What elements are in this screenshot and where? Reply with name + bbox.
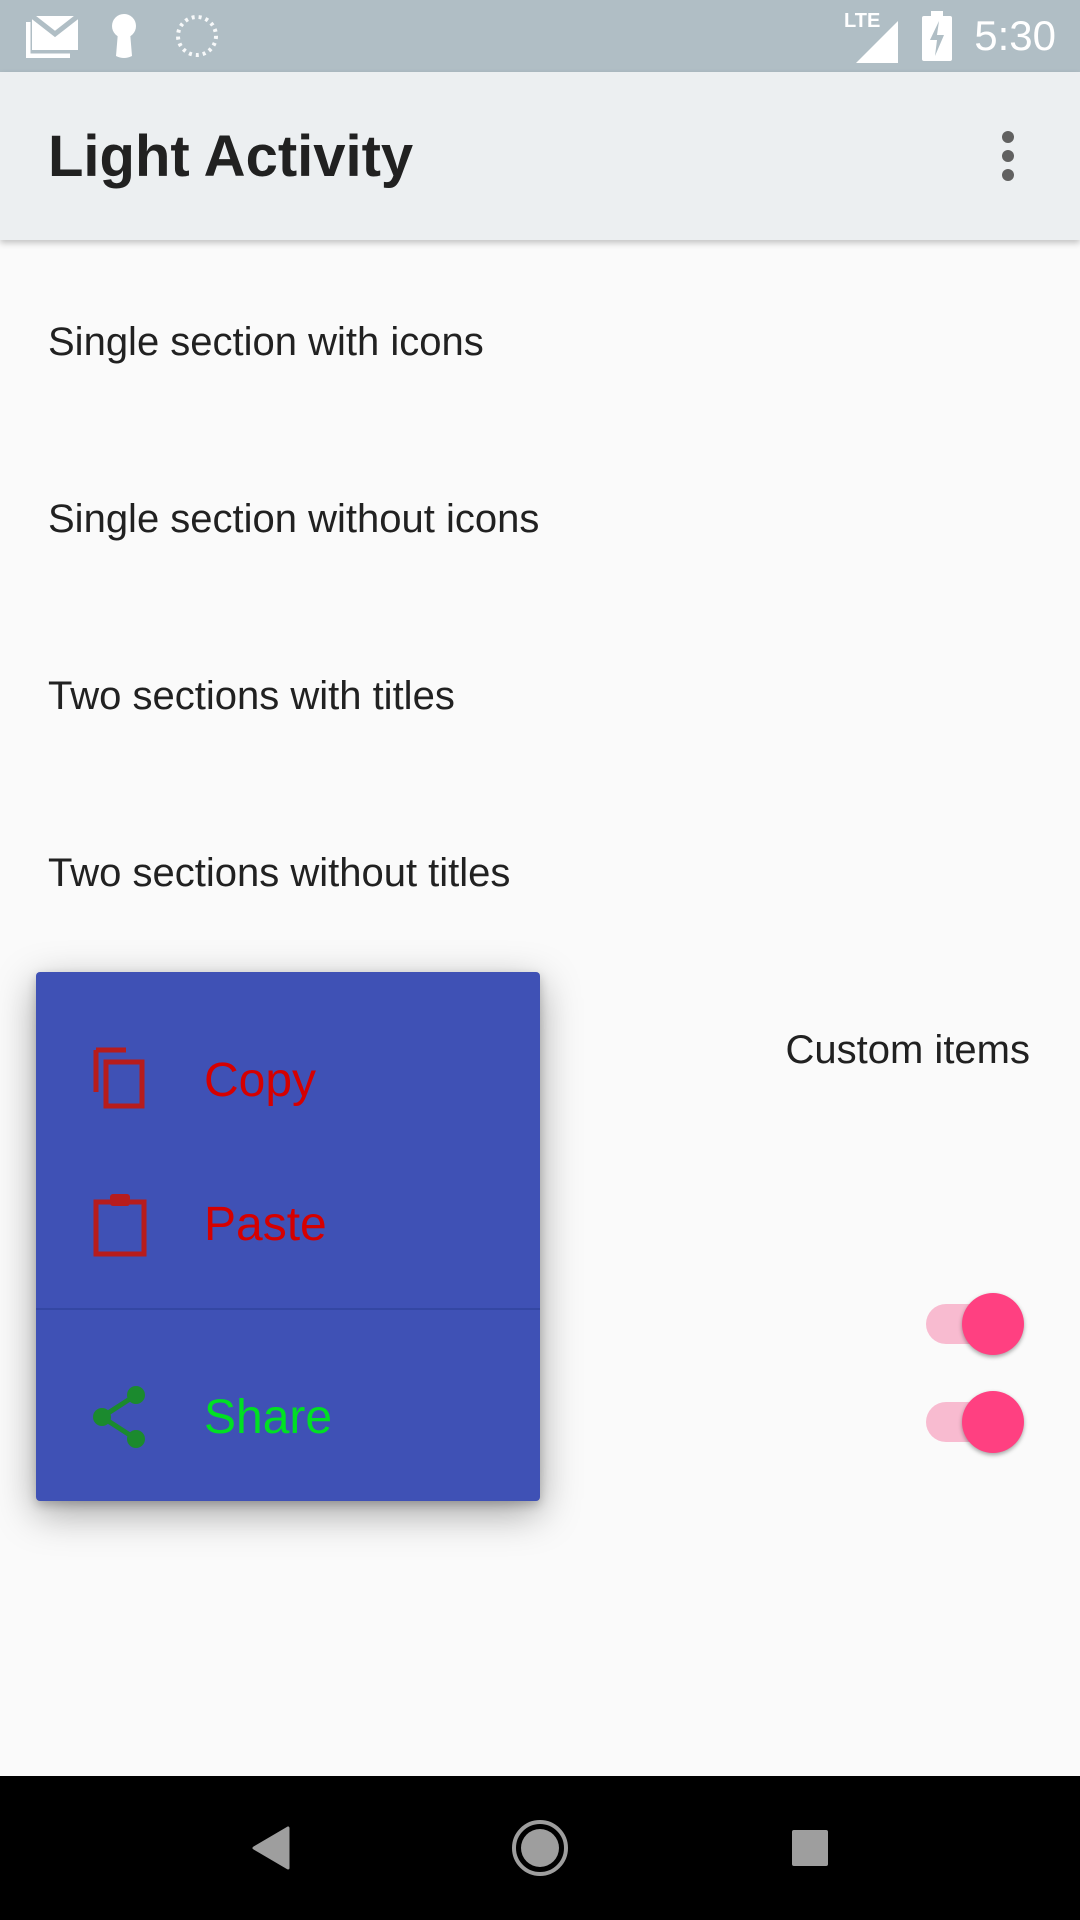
network-label: LTE	[844, 10, 881, 32]
menu-item-label: Share	[204, 1390, 333, 1444]
overflow-menu-button[interactable]	[960, 108, 1056, 204]
copy-icon	[93, 1047, 145, 1109]
list-item-label: Custom items	[785, 1028, 1031, 1072]
switch-thumb	[962, 1293, 1024, 1355]
more-vert-icon	[1002, 131, 1014, 181]
list-item-two-sections-with-titles[interactable]: Two sections with titles	[0, 608, 1080, 785]
menu-item-copy[interactable]: Copy	[36, 1008, 540, 1152]
app-bar: Light Activity	[0, 72, 1080, 240]
home-icon	[512, 1820, 568, 1876]
page-title: Light Activity	[48, 123, 414, 189]
recents-button[interactable]	[738, 1776, 882, 1920]
menu-divider	[36, 1308, 540, 1310]
toggle-switch-1[interactable]	[922, 1293, 1024, 1355]
back-button[interactable]	[198, 1776, 342, 1920]
recents-icon	[792, 1830, 828, 1866]
key-icon	[108, 0, 140, 72]
list-item-single-section-without-icons[interactable]: Single section without icons	[0, 431, 1080, 608]
share-icon	[93, 1386, 145, 1448]
lte-signal-icon: LTE	[842, 0, 900, 72]
sync-icon	[174, 0, 220, 72]
list-item-label: Two sections without titles	[48, 851, 511, 895]
menu-item-label: Paste	[204, 1197, 327, 1251]
list-item-single-section-with-icons[interactable]: Single section with icons	[0, 254, 1080, 431]
list-item-label: Two sections with titles	[48, 674, 455, 718]
list-item-label: Single section without icons	[48, 497, 540, 541]
gmail-icon	[26, 0, 80, 72]
status-bar: LTE 5:30	[0, 0, 1080, 72]
toggle-switch-2[interactable]	[922, 1391, 1024, 1453]
menu-item-share[interactable]: Share	[36, 1345, 540, 1489]
navigation-bar	[0, 1776, 1080, 1920]
popup-menu: Copy Paste Share	[36, 972, 540, 1501]
menu-item-paste[interactable]: Paste	[36, 1152, 540, 1296]
menu-item-label: Copy	[204, 1053, 317, 1107]
battery-charging-icon	[922, 0, 952, 72]
home-button[interactable]	[468, 1776, 612, 1920]
clipboard-icon	[93, 1194, 147, 1257]
list-item-two-sections-without-titles[interactable]: Two sections without titles	[0, 785, 1080, 962]
back-icon	[252, 1826, 290, 1870]
switch-thumb	[962, 1391, 1024, 1453]
status-time: 5:30	[974, 12, 1056, 59]
list-item-label: Single section with icons	[48, 320, 484, 364]
